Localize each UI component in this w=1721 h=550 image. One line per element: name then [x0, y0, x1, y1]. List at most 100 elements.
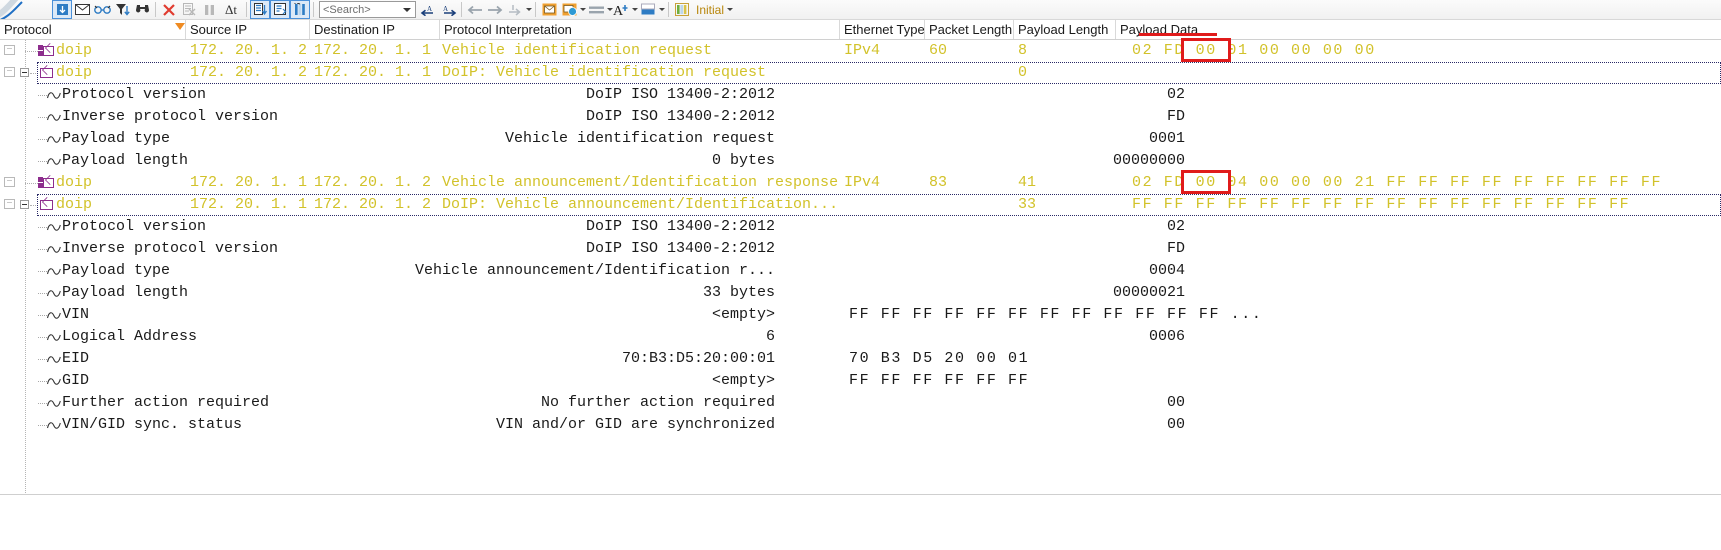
row-flag-icon[interactable]: [4, 67, 15, 77]
detail-row[interactable]: Inverse protocol version DoIP ISO 13400-2…: [0, 106, 1721, 128]
search-prev-icon[interactable]: A: [418, 0, 438, 19]
tree-connector: [38, 293, 47, 294]
layout-config-icon[interactable]: [672, 0, 692, 19]
packet-row[interactable]: doip 172. 20. 1. 2 172. 20. 1. 1 DoIP: Vehi…: [0, 62, 1721, 84]
doip-envelope-icon: [38, 199, 54, 211]
detail-value: No further action required: [540, 394, 775, 411]
signal-wave-icon: [46, 332, 61, 343]
payload-length: 33: [1018, 196, 1037, 213]
chevron-down-icon[interactable]: [727, 8, 734, 11]
detail-name: Further action required: [62, 394, 270, 411]
search-input[interactable]: <Search>: [319, 1, 416, 18]
detail-row[interactable]: Payload type Vehicle identification reque…: [0, 128, 1721, 150]
column-header-source_ip[interactable]: Source IP: [185, 20, 309, 39]
envelope-icon[interactable]: [72, 0, 92, 19]
marker-icon[interactable]: [505, 0, 525, 19]
tree-connector: [30, 205, 38, 206]
globe-mail-icon[interactable]: [559, 0, 579, 19]
expand-rows-icon[interactable]: [270, 0, 290, 19]
row-height-icon[interactable]: [586, 0, 606, 19]
font-size-icon[interactable]: A: [613, 0, 631, 19]
signal-wave-icon: [46, 398, 61, 409]
detail-row[interactable]: EID 70:B3:D5:20:00:01 70 B3 D5 20 00 01: [0, 348, 1721, 370]
detail-name: VIN: [62, 306, 90, 323]
packet-row[interactable]: doip 172. 20. 1. 1 172. 20. 1. 2 Vehicle an…: [0, 172, 1721, 194]
detail-raw: FD: [1166, 108, 1185, 125]
packet-length: 83: [929, 174, 948, 191]
chevron-down-icon[interactable]: [526, 8, 532, 11]
column-header-packet_length[interactable]: Packet Length: [924, 20, 1013, 39]
signal-wave-icon: [46, 354, 61, 365]
column-header-payload_data[interactable]: Payload Data: [1115, 20, 1721, 39]
detail-row[interactable]: Protocol version DoIP ISO 13400-2:2012 02: [0, 216, 1721, 238]
doip-message-icon: [38, 45, 54, 57]
clear-list-icon[interactable]: [179, 0, 199, 19]
packet-grid[interactable]: doip 172. 20. 1. 2 172. 20. 1. 1 Vehicle id…: [0, 40, 1721, 495]
delta-time-icon[interactable]: Δt: [219, 0, 243, 19]
tree-collapse-icon[interactable]: [20, 68, 29, 77]
payload-data: 02 FD 00 01 00 00 00 00: [1132, 42, 1376, 59]
scroll-to-bottom-icon[interactable]: [250, 0, 270, 19]
destination-ip: 172. 20. 1. 1: [314, 42, 432, 59]
remove-filter-icon[interactable]: [159, 0, 179, 19]
pause-icon[interactable]: [199, 0, 219, 19]
payload-length: 0: [1018, 64, 1028, 81]
mail-compose-icon[interactable]: [539, 0, 559, 19]
detail-value: <empty>: [711, 372, 775, 389]
detail-row[interactable]: Payload length 33 bytes 00000021: [0, 282, 1721, 304]
row-flag-icon[interactable]: [4, 45, 15, 55]
ethernet-type: IPv4: [844, 42, 881, 59]
find-binoculars-icon[interactable]: [132, 0, 152, 19]
detail-raw: 00000021: [1112, 284, 1185, 301]
packet-row[interactable]: doip 172. 20. 1. 1 172. 20. 1. 2 DoIP: Vehi…: [0, 194, 1721, 216]
svg-text:A: A: [613, 4, 624, 17]
detail-row[interactable]: Payload type Vehicle announcement/Identif…: [0, 260, 1721, 282]
detail-value: DoIP ISO 13400-2:2012: [585, 108, 775, 125]
chevron-down-icon[interactable]: [659, 8, 665, 11]
tree-connector: [25, 183, 38, 184]
detail-name: Payload type: [62, 130, 171, 147]
protocol-interpretation: DoIP: Vehicle identification request: [442, 64, 767, 81]
detail-row[interactable]: Inverse protocol version DoIP ISO 13400-2…: [0, 238, 1721, 260]
row-flag-icon[interactable]: [4, 199, 15, 209]
color-scheme-icon[interactable]: [638, 0, 658, 19]
protocol-interpretation: Vehicle announcement/Identification resp…: [442, 174, 839, 191]
source-ip: 172. 20. 1. 1: [190, 174, 308, 191]
detail-row[interactable]: VIN/GID sync. status VIN and/or GID are s…: [0, 414, 1721, 436]
nav-forward-icon[interactable]: [485, 0, 505, 19]
search-next-icon[interactable]: A: [438, 0, 458, 19]
filter-indicator-icon[interactable]: [175, 23, 185, 30]
source-ip: 172. 20. 1. 2: [190, 64, 308, 81]
detail-name: Payload length: [62, 152, 189, 169]
detail-name: Logical Address: [62, 328, 198, 345]
tree-connector: [38, 381, 47, 382]
column-header-interpretation[interactable]: Protocol Interpretation: [439, 20, 839, 39]
detail-row[interactable]: GID <empty> FF FF FF FF FF FF: [0, 370, 1721, 392]
svg-text:A: A: [427, 5, 432, 13]
nav-back-icon[interactable]: [465, 0, 485, 19]
filter-sort-icon[interactable]: [112, 0, 132, 19]
detail-name: Protocol version: [62, 86, 207, 103]
glasses-filter-icon[interactable]: [92, 0, 112, 19]
column-header-payload_length[interactable]: Payload Length: [1013, 20, 1115, 39]
chevron-down-icon[interactable]: [403, 8, 411, 12]
column-header-protocol[interactable]: Protocol: [0, 20, 185, 39]
detail-value: DoIP ISO 13400-2:2012: [585, 218, 775, 235]
column-header-ethernet_type[interactable]: Ethernet Type: [839, 20, 925, 39]
tree-connector: [38, 161, 47, 162]
row-flag-icon[interactable]: [4, 177, 15, 187]
detail-row[interactable]: Protocol version DoIP ISO 13400-2:2012 02: [0, 84, 1721, 106]
detail-row[interactable]: VIN <empty> FF FF FF FF FF FF FF FF FF FF …: [0, 304, 1721, 326]
detail-value: 0 bytes: [711, 152, 775, 169]
tree-collapse-icon[interactable]: [20, 200, 29, 209]
detail-raw: 0006: [1148, 328, 1185, 345]
show-hide-columns-icon[interactable]: [52, 0, 72, 19]
detail-row[interactable]: Further action required No further action…: [0, 392, 1721, 414]
detail-row[interactable]: Payload length 0 bytes 00000000: [0, 150, 1721, 172]
detail-name: EID: [62, 350, 90, 367]
column-chart-icon[interactable]: [290, 0, 310, 19]
column-header-destination_ip[interactable]: Destination IP: [309, 20, 439, 39]
signal-wave-icon: [46, 222, 61, 233]
detail-row[interactable]: Logical Address 6 0006: [0, 326, 1721, 348]
packet-row[interactable]: doip 172. 20. 1. 2 172. 20. 1. 1 Vehicle id…: [0, 40, 1721, 62]
